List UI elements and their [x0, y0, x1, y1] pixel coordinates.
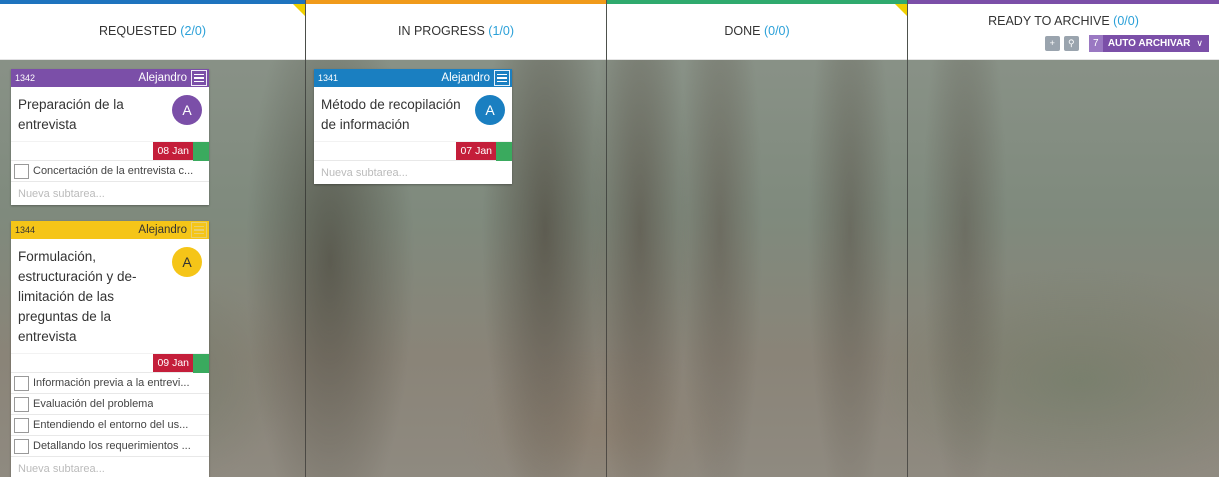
status-tab[interactable]	[496, 142, 512, 161]
subtask-label: Información previa a la entrevi...	[33, 377, 190, 389]
card-title-area: Formulación, estructuración y de-limitac…	[11, 239, 209, 353]
column-requested: REQUESTED (2/0) 1342 Alejandro Preparaci…	[0, 0, 306, 477]
column-done: DONE (0/0)	[607, 0, 908, 477]
card-id: 1344	[15, 225, 36, 235]
column-title: REQUESTED	[99, 24, 177, 38]
subtask-item[interactable]: Entendiendo el entorno del us...	[11, 414, 209, 435]
card-title-area: Preparación de la entrevista A	[11, 87, 209, 141]
card-title: Formulación, estructuración y de-limitac…	[18, 249, 137, 344]
status-tab[interactable]	[193, 354, 209, 373]
avatar[interactable]: A	[172, 95, 202, 125]
card-id: 1342	[15, 73, 36, 83]
column-title: DONE	[724, 24, 761, 38]
column-count: (0/0)	[763, 24, 790, 38]
subtask-label: Evaluación del problema	[33, 398, 154, 410]
subtask-item[interactable]: Concertación de la entrevista c...	[11, 160, 209, 181]
new-subtask-input[interactable]: Nueva subtarea...	[11, 456, 209, 477]
task-card[interactable]: 1342 Alejandro Preparación de la entrevi…	[11, 69, 209, 205]
column-title: IN PROGRESS	[397, 24, 485, 38]
subtask-label: Concertación de la entrevista c...	[33, 165, 194, 177]
card-owner: Alejandro	[138, 224, 187, 236]
hamburger-menu-icon[interactable]	[191, 222, 207, 238]
hamburger-menu-icon[interactable]	[191, 70, 207, 86]
chevron-down-icon: ∨	[1196, 38, 1203, 48]
column-header-requested[interactable]: REQUESTED (2/0)	[0, 0, 305, 60]
card-header: 1342 Alejandro	[11, 69, 209, 87]
due-date-badge[interactable]: 07 Jan	[456, 142, 496, 160]
subtask-checkbox[interactable]	[14, 438, 29, 454]
card-title: Preparación de la entrevista	[18, 97, 124, 132]
card-id: 1341	[318, 73, 339, 83]
avatar[interactable]: A	[172, 247, 202, 277]
hamburger-menu-icon[interactable]	[494, 70, 510, 86]
new-subtask-input[interactable]: Nueva subtarea...	[314, 160, 512, 184]
column-header-in-progress[interactable]: IN PROGRESS (1/0)	[306, 0, 606, 60]
kanban-board: REQUESTED (2/0) 1342 Alejandro Preparaci…	[0, 0, 1219, 477]
auto-archive-label: AUTO ARCHIVAR	[1107, 38, 1191, 49]
subtask-item[interactable]: Detallando los requerimientos ...	[11, 435, 209, 456]
card-meta: 09 Jan	[11, 353, 209, 373]
subtask-item[interactable]: Evaluación del problema	[11, 393, 209, 414]
status-tab[interactable]	[193, 142, 209, 161]
new-subtask-input[interactable]: Nueva subtarea...	[11, 181, 209, 205]
subtask-label: Entendiendo el entorno del us...	[33, 419, 189, 431]
archive-toolbar: + ⚲ 7 AUTO ARCHIVAR ∨	[1044, 35, 1209, 52]
column-ready-to-archive: READY TO ARCHIVE (0/0) + ⚲ 7 AUTO ARCHIV…	[908, 0, 1219, 477]
subtask-label: Detallando los requerimientos ...	[33, 440, 191, 452]
column-title: READY TO ARCHIVE	[988, 14, 1110, 28]
task-card[interactable]: 1341 Alejandro Método de recopilación de…	[314, 69, 512, 184]
subtask-checkbox[interactable]	[14, 417, 29, 433]
card-header: 1344 Alejandro	[11, 221, 209, 239]
card-meta: 07 Jan	[314, 141, 512, 161]
card-title: Método de recopilación de información	[321, 97, 461, 132]
column-header-ready-to-archive[interactable]: READY TO ARCHIVE (0/0) + ⚲ 7 AUTO ARCHIV…	[908, 0, 1219, 60]
card-title-area: Método de recopilación de información A	[314, 87, 512, 141]
subtask-item[interactable]: Información previa a la entrevi...	[11, 372, 209, 393]
avatar[interactable]: A	[475, 95, 505, 125]
subtask-checkbox[interactable]	[14, 163, 29, 179]
card-meta: 08 Jan	[11, 141, 209, 161]
subtask-checkbox[interactable]	[14, 375, 29, 391]
column-count: (0/0)	[1113, 14, 1139, 28]
task-card[interactable]: 1344 Alejandro Formulación, estructuraci…	[11, 221, 209, 477]
due-date-badge[interactable]: 09 Jan	[153, 354, 193, 372]
corner-flag-icon	[293, 4, 305, 16]
column-header-done[interactable]: DONE (0/0)	[607, 0, 907, 60]
corner-flag-icon	[895, 4, 907, 16]
card-owner: Alejandro	[138, 72, 187, 84]
auto-archive-button[interactable]: 7 AUTO ARCHIVAR ∨	[1088, 35, 1209, 52]
auto-archive-count: 7	[1088, 35, 1103, 52]
column-count: (1/0)	[488, 24, 514, 38]
subtask-checkbox[interactable]	[14, 396, 29, 412]
card-header: 1341 Alejandro	[314, 69, 512, 87]
card-owner: Alejandro	[441, 72, 490, 84]
plus-icon[interactable]: +	[1044, 36, 1060, 51]
column-count: (2/0)	[180, 24, 206, 38]
due-date-badge[interactable]: 08 Jan	[153, 142, 193, 160]
column-in-progress: IN PROGRESS (1/0) 1341 Alejandro Método …	[306, 0, 607, 477]
search-icon[interactable]: ⚲	[1063, 36, 1079, 51]
